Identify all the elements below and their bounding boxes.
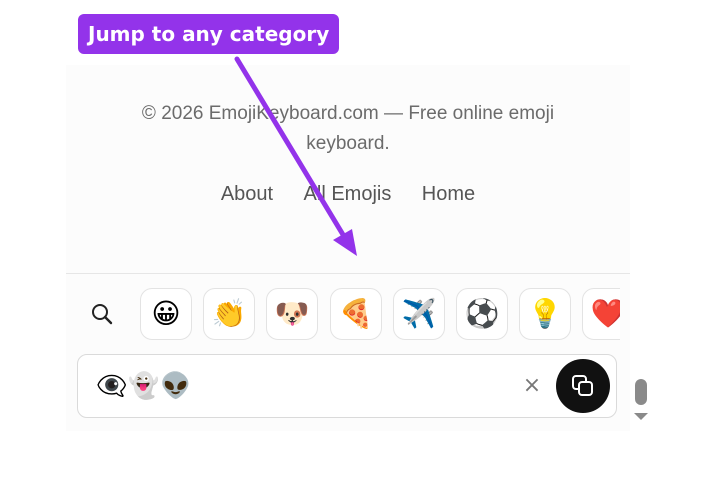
- copy-icon: [572, 375, 593, 396]
- footer-link-all-emojis[interactable]: All Emojis: [304, 183, 392, 205]
- category-activities-button[interactable]: ⚽: [456, 288, 508, 340]
- page-content: © 2026 EmojiKeyboard.com — Free online e…: [66, 65, 630, 431]
- annotation-callout: Jump to any category: [78, 14, 340, 54]
- category-travel-button[interactable]: ✈️: [393, 288, 445, 340]
- category-smileys-button[interactable]: 😀: [140, 288, 192, 340]
- footer-link-home[interactable]: Home: [422, 183, 475, 205]
- clear-button[interactable]: ×: [518, 371, 546, 399]
- category-people-button[interactable]: 👏: [203, 288, 255, 340]
- category-animals-button[interactable]: 🐶: [266, 288, 318, 340]
- footer-copyright: © 2026 EmojiKeyboard.com — Free online e…: [141, 103, 555, 154]
- category-bar: 😀 👏 🐶 🍕 ✈️ ⚽ 💡 ❤️: [76, 288, 620, 344]
- emoji-output-field[interactable]: 👁️‍🗨️👻👽 ×: [77, 354, 617, 418]
- footer-links: About All Emojis Home: [66, 183, 630, 206]
- page-scrollbar[interactable]: [632, 65, 650, 431]
- browser-viewport: © 2026 EmojiKeyboard.com — Free online e…: [66, 65, 650, 431]
- footer-link-about[interactable]: About: [221, 183, 273, 205]
- category-symbols-button[interactable]: ❤️: [582, 288, 620, 340]
- category-search-button[interactable]: [76, 288, 128, 340]
- scrollbar-thumb[interactable]: [635, 379, 647, 405]
- search-icon: [92, 304, 113, 325]
- scroll-down-arrow-icon[interactable]: [634, 413, 648, 420]
- copy-button[interactable]: [556, 359, 610, 413]
- output-text: 👁️‍🗨️👻👽: [96, 371, 193, 400]
- emoji-keyboard-panel: 😀 👏 🐶 🍕 ✈️ ⚽ 💡 ❤️ 👁️‍🗨️👻👽 ×: [66, 273, 630, 431]
- category-food-button[interactable]: 🍕: [330, 288, 382, 340]
- category-objects-button[interactable]: 💡: [519, 288, 571, 340]
